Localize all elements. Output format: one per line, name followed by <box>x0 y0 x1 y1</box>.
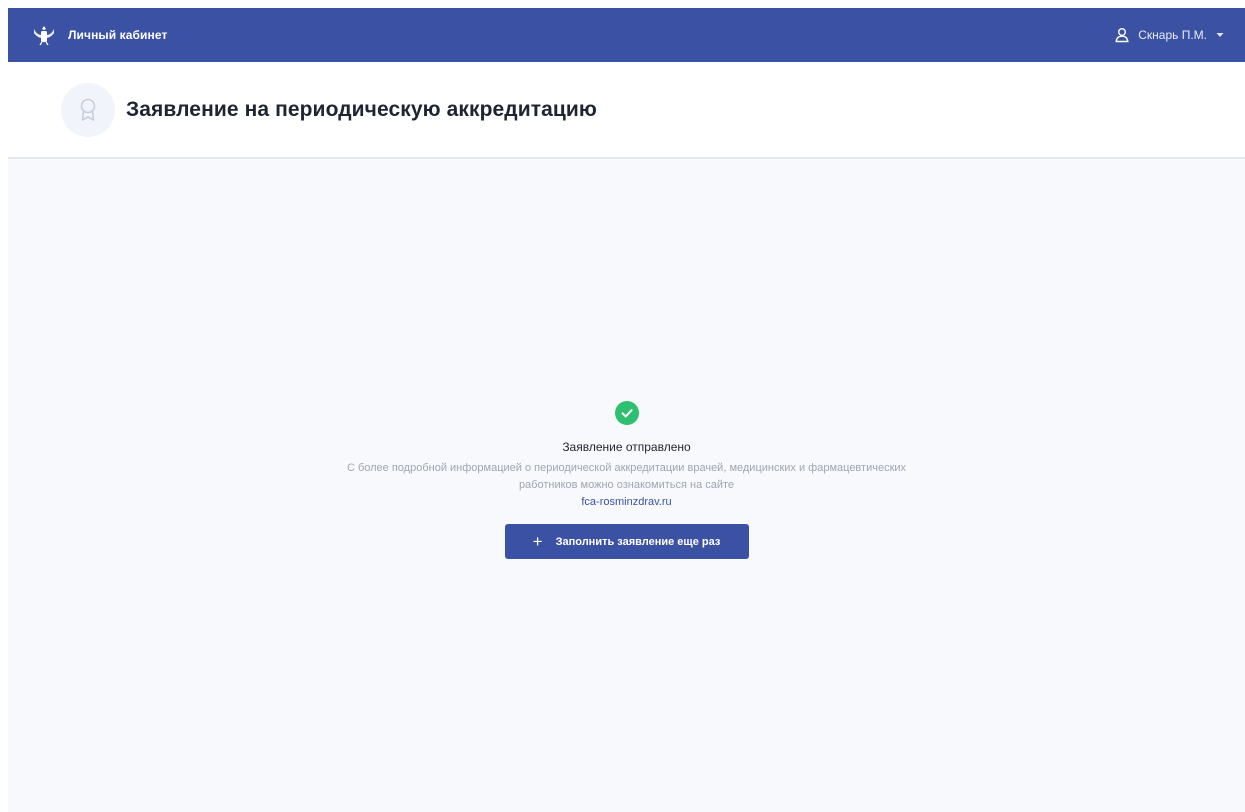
plus-icon: + <box>532 532 543 551</box>
brand-title: Личный кабинет <box>68 28 168 42</box>
user-menu[interactable]: Скнарь П.М. <box>1114 27 1224 43</box>
coat-of-arms-icon <box>31 22 57 48</box>
check-circle-icon <box>614 401 639 425</box>
fill-application-again-label: Заполнить заявление еще раз <box>555 535 721 548</box>
submission-result: Заявление отправлено С более подробной и… <box>8 401 1245 559</box>
page-title: Заявление на периодическую аккредитацию <box>126 97 597 121</box>
user-icon <box>1114 27 1130 43</box>
caret-down-icon <box>1216 32 1224 38</box>
result-title: Заявление отправлено <box>562 440 691 454</box>
brand[interactable]: Личный кабинет <box>31 8 167 62</box>
fill-application-again-button[interactable]: + Заполнить заявление еще раз <box>504 524 749 559</box>
award-medal-icon <box>61 82 115 137</box>
result-description-text: С более подробной информацией о периодич… <box>346 462 907 491</box>
main-content: Заявление отправлено С более подробной и… <box>8 159 1245 812</box>
top-navigation-bar: Личный кабинет Скнарь П.М. <box>8 8 1245 62</box>
user-name: Скнарь П.М. <box>1138 28 1207 42</box>
fca-site-link[interactable]: fca-rosminzdrav.ru <box>347 494 907 510</box>
result-description: С более подробной информацией о периодич… <box>347 460 907 510</box>
page-header: Заявление на периодическую аккредитацию <box>8 62 1245 159</box>
